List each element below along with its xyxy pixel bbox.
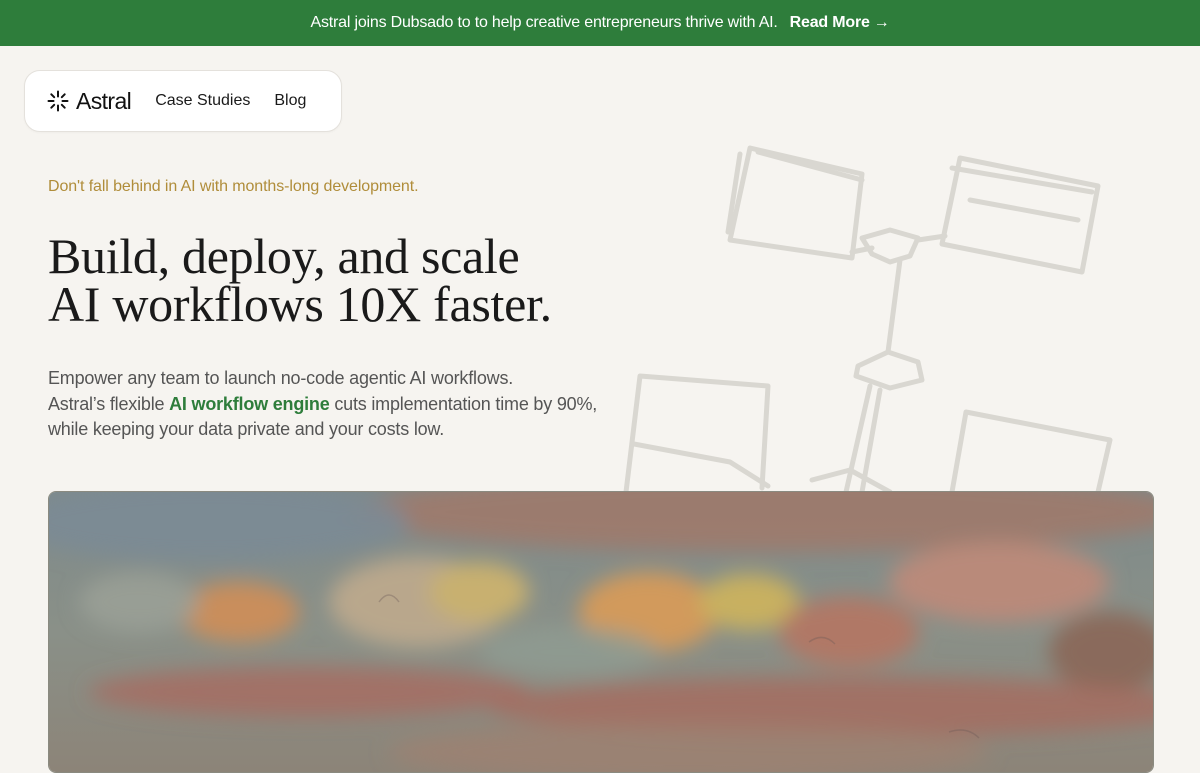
workflow-sketch-illustration [623, 145, 1113, 492]
arrow-right-icon: → [873, 14, 890, 31]
top-nav: Astral Case Studies Blog [24, 70, 342, 132]
subtext-line-3: while keeping your data private and your… [48, 419, 445, 439]
read-more-link[interactable]: Read More → [790, 14, 890, 32]
nav-link-case-studies[interactable]: Case Studies [155, 92, 250, 110]
banner-message: Astral joins Dubsado to to help creative… [310, 14, 778, 31]
nav-link-blog[interactable]: Blog [274, 92, 306, 110]
hero-subtext: Empower any team to launch no-code agent… [48, 366, 648, 443]
read-more-label: Read More [789, 14, 870, 31]
headline-line-2: AI workflows 10X faster. [48, 276, 552, 332]
subtext-line-2-post: cuts implementation time by 90%, [329, 393, 598, 414]
hero-eyebrow: Don't fall behind in AI with months-long… [48, 178, 419, 195]
astral-logo[interactable]: Astral [47, 87, 132, 115]
announcement-banner: Astral joins Dubsado to to help creative… [0, 0, 1200, 46]
subtext-line-1: Empower any team to launch no-code agent… [48, 368, 514, 388]
astral-spark-icon [47, 90, 69, 112]
hero-headline: Build, deploy, and scale AI workflows 10… [48, 228, 552, 332]
headline-line-1: Build, deploy, and scale [48, 228, 520, 284]
hero-painting-image [48, 491, 1154, 773]
ai-workflow-engine-link[interactable]: AI workflow engine [169, 394, 330, 414]
subtext-line-2-pre: Astral’s flexible [48, 393, 170, 414]
painting-artwork [49, 492, 1153, 772]
brand-name: Astral [76, 87, 132, 114]
